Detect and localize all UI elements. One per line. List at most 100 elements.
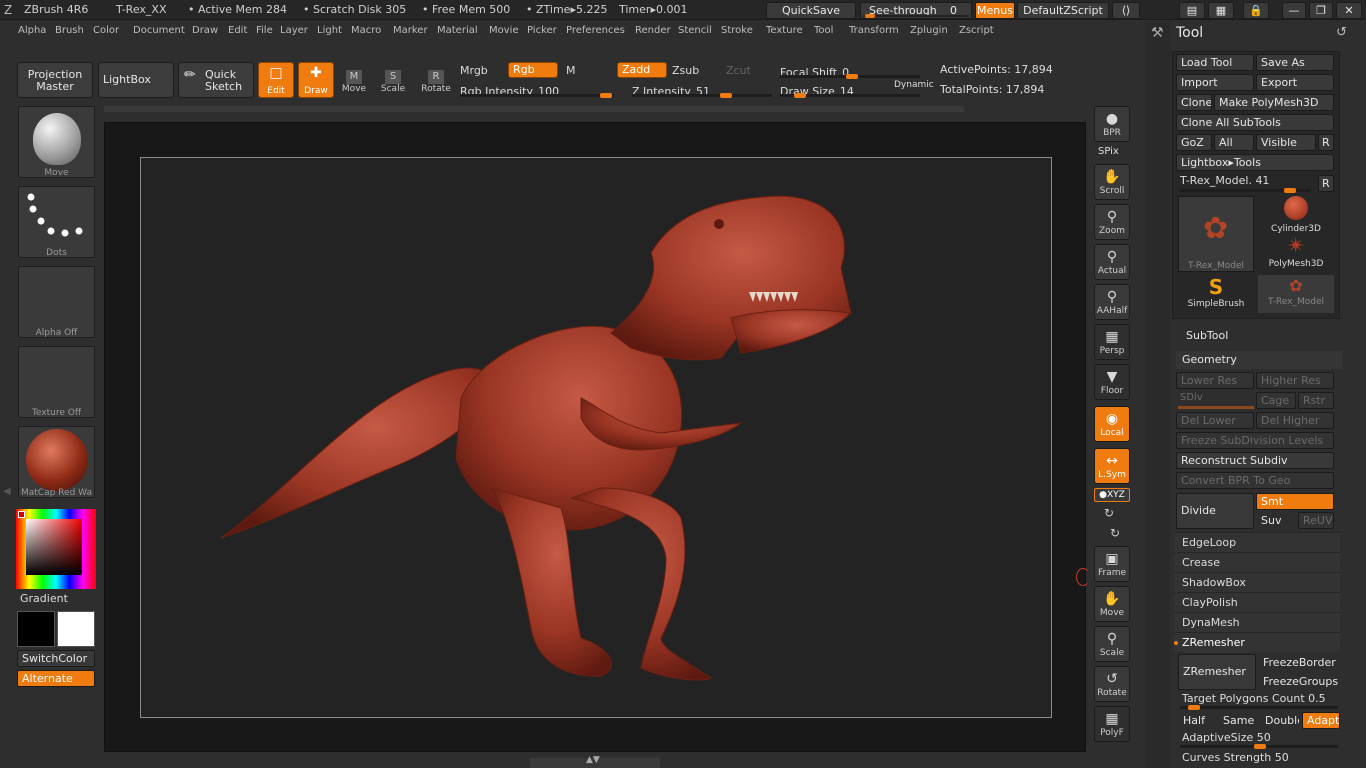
right-tray-edge[interactable]: ⚒ [1145,21,1170,768]
menu-stencil[interactable]: Stencil [678,25,712,36]
claypolish-section[interactable]: ClayPolish [1174,592,1340,612]
document-area[interactable] [140,157,1052,718]
half-button[interactable]: Half [1178,712,1216,729]
geometry-section[interactable]: Geometry [1176,351,1342,369]
left-tray-arrow-icon[interactable]: ◀ [3,486,11,497]
visible-button[interactable]: Visible [1256,134,1316,151]
curves-strength-slider[interactable]: Curves Strength 50 [1178,751,1340,767]
tray-toggle-icon[interactable]: ⟨⟩ [1112,2,1140,19]
material-thumbnail[interactable]: MatCap Red Wa [18,426,95,498]
adaptive-size-slider[interactable]: AdaptiveSize 50 [1178,731,1340,749]
menu-transform[interactable]: Transform [849,25,899,36]
r-button[interactable]: R [1318,134,1334,151]
menu-layer[interactable]: Layer [280,25,308,36]
close-icon[interactable]: ✕ [1336,2,1362,19]
lower-res-button[interactable]: Lower Res [1176,372,1254,389]
crease-section[interactable]: Crease [1174,552,1340,572]
gradient-label[interactable]: Gradient [20,592,68,605]
menu-marker[interactable]: Marker [393,25,428,36]
texture-thumbnail[interactable]: Texture Off [18,346,95,418]
secondary-color-swatch[interactable] [17,611,55,647]
floor-button[interactable]: ▼ Floor [1094,364,1130,400]
maximize-icon[interactable]: ❐ [1309,2,1333,19]
mrgb-button[interactable]: Mrgb [460,64,488,77]
color-picker[interactable] [16,509,96,589]
zadd-button[interactable]: Zadd [617,62,667,78]
polyf-button[interactable]: ▦ PolyF [1094,706,1130,742]
quick-sketch-button[interactable]: ✏ Quick Sketch [178,62,254,98]
menu-edit[interactable]: Edit [228,25,247,36]
move-mode-button[interactable]: M Move [338,64,370,98]
rgb-button[interactable]: Rgb [508,62,558,78]
freezegroups-button[interactable]: FreezeGroups [1258,673,1340,690]
menu-texture[interactable]: Texture [766,25,803,36]
frame-button[interactable]: ▣ Frame [1094,546,1130,582]
brush-thumbnail[interactable]: Move [18,106,95,178]
all-button[interactable]: All [1214,134,1254,151]
menu-material[interactable]: Material [437,25,478,36]
local-button[interactable]: ◉ Local [1094,406,1130,442]
convert-bpr-button[interactable]: Convert BPR To Geo [1176,472,1334,489]
main-color-swatch[interactable] [18,511,25,518]
del-higher-button[interactable]: Del Higher [1256,412,1334,429]
menu-zplugin[interactable]: Zplugin [910,25,948,36]
goz-button[interactable]: GoZ [1176,134,1212,151]
menu-movie[interactable]: Movie [489,25,519,36]
edgeloop-section[interactable]: EdgeLoop [1174,532,1340,552]
trex-model-mesh[interactable] [141,158,1053,719]
color-square[interactable] [26,519,82,575]
zremesher-button[interactable]: ZRemesher [1178,654,1256,690]
scale-mode-button[interactable]: S Scale [377,64,409,98]
draw-mode-button[interactable]: ✚ Draw [298,62,334,98]
zcut-button[interactable]: Zcut [726,64,751,77]
menu-picker[interactable]: Picker [527,25,557,36]
rotate-view-button[interactable]: ↺ Rotate [1094,666,1130,702]
adapt-button[interactable]: Adapt [1302,712,1340,729]
reconstruct-subdiv-button[interactable]: Reconstruct Subdiv [1176,452,1334,469]
bpr-button[interactable]: ● BPR [1094,106,1130,142]
tool-slider-r-button[interactable]: R [1318,175,1334,192]
menu-light[interactable]: Light [317,25,342,36]
zsub-button[interactable]: Zsub [672,64,699,77]
freeze-subdiv-button[interactable]: Freeze SubDivision Levels [1176,432,1334,449]
aahalf-button[interactable]: ⚲ AAHalf [1094,284,1130,320]
menu-draw[interactable]: Draw [192,25,218,36]
lsym-button[interactable]: ↔ L.Sym [1094,448,1130,484]
layout-icon[interactable]: ▤ [1179,2,1205,19]
projection-master-button[interactable]: Projection Master [17,62,93,98]
menu-brush[interactable]: Brush [55,25,84,36]
z-intensity-slider[interactable]: Z Intensity 51 [632,80,772,98]
layout-alt-icon[interactable]: ▦ [1208,2,1234,19]
xyz-button[interactable]: ●XYZ [1094,488,1130,502]
rotate-mode-button[interactable]: R Rotate [418,64,454,98]
bottom-scrollbar[interactable]: ▲▼ [530,755,660,768]
lock-icon[interactable]: 🔒 [1243,2,1269,19]
move-view-button[interactable]: ✋ Move [1094,586,1130,622]
dynamic-button[interactable]: Dynamic [894,80,934,90]
menu-macro[interactable]: Macro [351,25,381,36]
see-through-slider[interactable]: See-through 0 [860,2,972,19]
rotate-z-icon[interactable]: ↻ [1110,526,1120,540]
canvas[interactable] [104,122,1086,752]
zoom-button[interactable]: ⚲ Zoom [1094,204,1130,240]
tool-slider[interactable]: T-Rex_Model. 41 [1176,174,1316,193]
menu-zscript[interactable]: Zscript [959,25,994,36]
tool-header[interactable]: Tool [1176,25,1203,41]
reuv-button[interactable]: ReUV [1298,512,1334,529]
lightbox-button[interactable]: LightBox [98,62,174,98]
scale-view-button[interactable]: ⚲ Scale [1094,626,1130,662]
minimize-icon[interactable]: — [1282,2,1306,19]
menu-stroke[interactable]: Stroke [721,25,753,36]
del-lower-button[interactable]: Del Lower [1176,412,1254,429]
alternate-button[interactable]: Alternate [17,670,95,687]
zremesher-section[interactable]: ZRemesher [1174,632,1340,652]
actual-button[interactable]: ⚲ Actual [1094,244,1130,280]
rotate-y-icon[interactable]: ↻ [1104,506,1114,520]
default-zscript-button[interactable]: DefaultZScript [1017,2,1109,19]
make-polymesh-button[interactable]: Make PolyMesh3D [1214,94,1334,111]
double-button[interactable]: Double [1260,712,1300,729]
export-button[interactable]: Export [1256,74,1334,91]
reset-icon[interactable]: ↺ [1336,25,1347,40]
m-button[interactable]: M [566,64,576,77]
rstr-button[interactable]: Rstr [1298,392,1334,409]
